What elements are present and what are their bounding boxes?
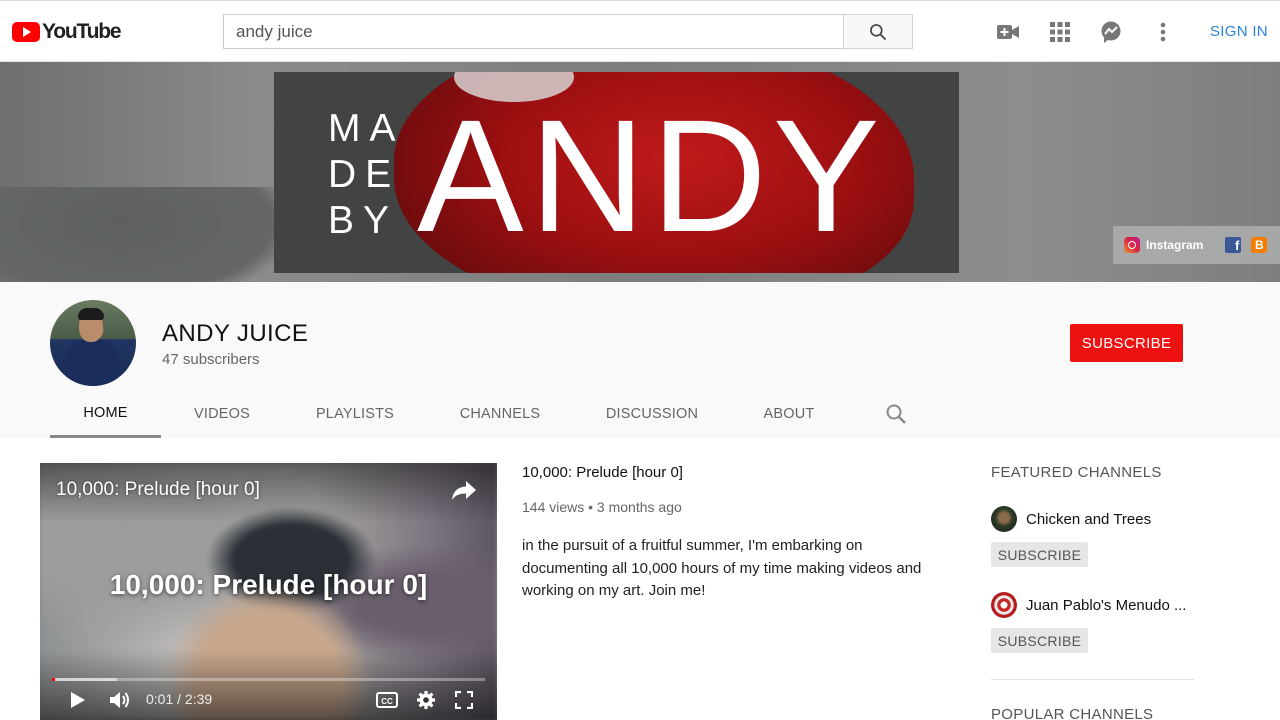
channel-banner: MA DE BY ANDY Instagram f B: [0, 62, 1280, 282]
player-title[interactable]: 10,000: Prelude [hour 0]: [56, 479, 260, 501]
play-button[interactable]: [68, 689, 88, 711]
channel-header: ANDY JUICE 47 subscribers SUBSCRIBE HOME…: [0, 282, 1280, 438]
more-options-button[interactable]: [1151, 20, 1175, 44]
featured-channel-name[interactable]: Juan Pablo's Menudo ...: [1026, 597, 1186, 614]
featured-channel-avatar[interactable]: [991, 506, 1017, 532]
volume-button[interactable]: [108, 689, 132, 711]
more-vert-icon: [1160, 22, 1166, 42]
banner-made-by-line: BY: [328, 199, 399, 242]
featured-subscribe-button[interactable]: SUBSCRIBE: [991, 542, 1088, 567]
captions-button[interactable]: CC: [375, 689, 399, 711]
subscriber-count: 47 subscribers: [162, 351, 260, 368]
messages-button[interactable]: [1099, 20, 1123, 44]
tab-about[interactable]: ABOUT: [750, 390, 828, 438]
youtube-logo[interactable]: YouTube: [12, 20, 122, 43]
progress-buffer: [52, 678, 117, 681]
banner-social-links: Instagram f B: [1113, 226, 1280, 264]
avatar-body: [66, 340, 118, 386]
play-icon: [71, 692, 85, 708]
fullscreen-button[interactable]: [453, 689, 475, 711]
banner-art: MA DE BY ANDY: [274, 72, 959, 273]
settings-button[interactable]: [414, 689, 438, 711]
upload-video-button[interactable]: [996, 20, 1020, 44]
time-readout: 0:01 / 2:39: [146, 691, 213, 707]
instagram-icon[interactable]: [1124, 237, 1140, 253]
featured-channel-avatar[interactable]: [991, 592, 1017, 618]
video-camera-icon: [997, 25, 1019, 39]
volume-icon: [110, 692, 129, 708]
avatar-hair: [78, 308, 104, 320]
blogger-icon[interactable]: B: [1251, 237, 1268, 253]
facebook-icon[interactable]: f: [1225, 237, 1242, 253]
youtube-play-icon: [12, 22, 40, 42]
sidebar-divider: [991, 679, 1194, 680]
featured-subscribe-button[interactable]: SUBSCRIBE: [991, 628, 1088, 653]
banner-made-by: MA DE BY: [328, 106, 405, 244]
video-meta: 144 views • 3 months ago: [522, 499, 682, 515]
tab-channels[interactable]: CHANNELS: [445, 390, 555, 438]
instagram-link[interactable]: Instagram: [1146, 238, 1203, 252]
apps-grid-icon: [1050, 22, 1070, 42]
popular-channels-heading: POPULAR CHANNELS: [991, 706, 1154, 720]
banner-big-text: ANDY: [417, 86, 886, 265]
apps-button[interactable]: [1048, 20, 1072, 44]
share-icon[interactable]: [451, 478, 477, 502]
banner-made-by-line: MA: [328, 107, 405, 150]
video-overlay-title: 10,000: Prelude [hour 0]: [109, 569, 428, 600]
settings-icon: [417, 691, 435, 709]
banner-made-by-line: DE: [328, 153, 401, 196]
subscribe-button[interactable]: SUBSCRIBE: [1070, 324, 1183, 362]
featured-channels-heading: FEATURED CHANNELS: [991, 464, 1162, 481]
search-button[interactable]: [843, 14, 913, 49]
top-bar: YouTube andy juice SIGN IN: [0, 0, 1280, 62]
captions-icon: CC: [376, 692, 398, 708]
tab-videos[interactable]: VIDEOS: [171, 390, 273, 438]
channel-name: ANDY JUICE: [162, 320, 309, 347]
progress-played: [52, 678, 55, 681]
tab-playlists[interactable]: PLAYLISTS: [300, 390, 410, 438]
logo-text: YouTube: [42, 20, 122, 43]
svg-text:CC: CC: [381, 697, 393, 706]
video-player[interactable]: 10,000: Prelude [hour 0] 10,000: Prelude…: [40, 463, 497, 720]
channel-search-icon[interactable]: [884, 402, 908, 426]
messages-icon: [1101, 21, 1121, 43]
sign-in-link[interactable]: SIGN IN: [1210, 23, 1268, 40]
channel-avatar[interactable]: [50, 300, 136, 386]
search-input[interactable]: [223, 14, 844, 49]
fullscreen-icon: [455, 691, 473, 709]
search-icon: [870, 23, 887, 40]
tab-discussion[interactable]: DISCUSSION: [592, 390, 712, 438]
tab-home[interactable]: HOME: [50, 390, 161, 438]
progress-bar[interactable]: [52, 678, 485, 681]
video-title-link[interactable]: 10,000: Prelude [hour 0]: [522, 464, 683, 481]
featured-channel-name[interactable]: Chicken and Trees: [1026, 511, 1151, 528]
banner-background-hill: [0, 187, 300, 282]
video-description: in the pursuit of a fruitful summer, I'm…: [522, 537, 922, 599]
